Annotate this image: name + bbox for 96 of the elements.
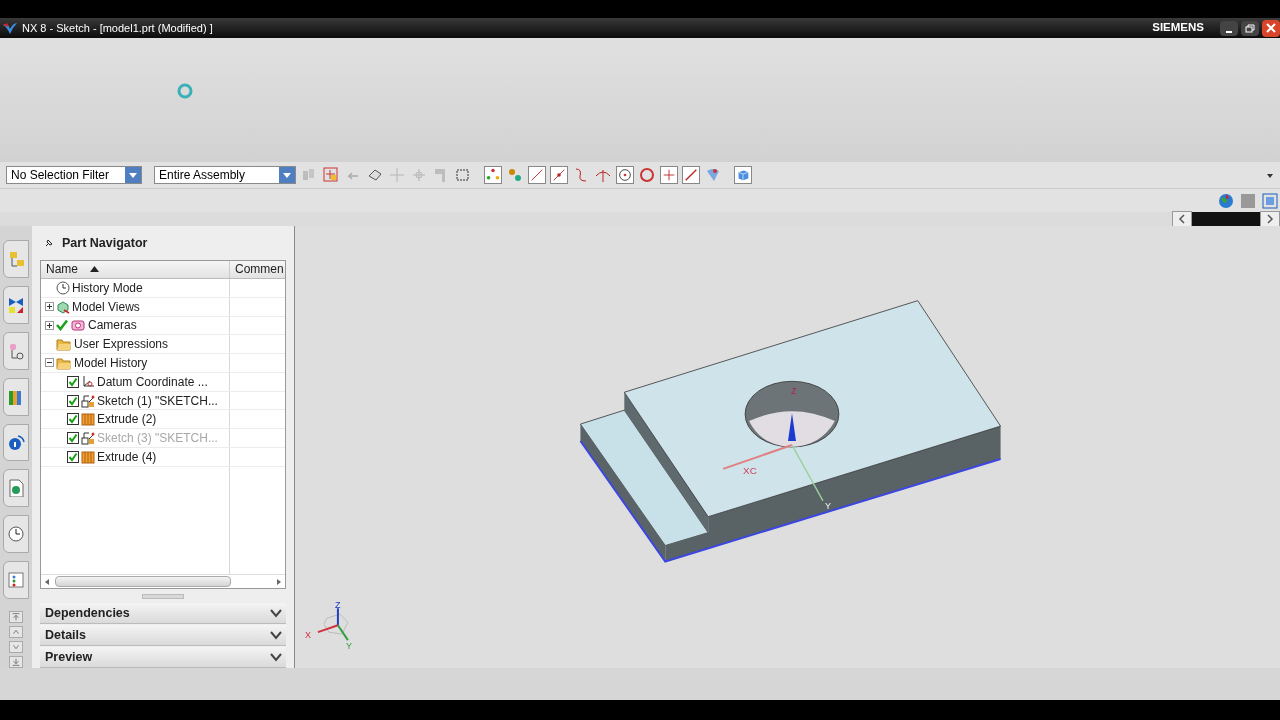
section-header[interactable]: Preview [40,647,286,668]
shaded-view-icon[interactable] [1240,192,1256,209]
line-icon[interactable] [682,166,700,184]
window-title: NX 8 - Sketch - [model1.prt (Modified) ] [22,20,213,36]
tree-item[interactable]: User Expressions [41,335,229,354]
selection-filter-dropdown[interactable]: No Selection Filter [6,166,142,184]
tree-item[interactable]: Extrude (2) [41,410,229,429]
snap-point-icon[interactable] [322,166,340,184]
axis-label: Y [345,641,352,652]
scroll-left-icon[interactable] [43,577,51,586]
folder-icon [56,337,72,352]
tree-item[interactable]: Model History [41,354,229,372]
chevron-down-icon[interactable] [270,630,282,640]
sketch-icon [81,393,95,408]
splitter-handle[interactable] [142,593,184,599]
tree-item[interactable]: Datum Coordinate ... [41,372,229,391]
resource-bar-tab[interactable] [3,377,29,416]
extrude-icon [81,449,95,464]
circle-icon[interactable] [638,166,656,184]
resource-bar-tab[interactable] [3,285,29,324]
circle-center-icon[interactable] [616,166,634,184]
tree-item[interactable]: History Mode [41,278,229,297]
app-logo-icon [2,21,18,35]
axis-label: XC [743,464,757,476]
section-header[interactable]: Dependencies [40,603,286,624]
scroll-left-button[interactable] [1172,211,1192,227]
chevron-right-icon [1266,214,1274,224]
part-tree-icon [7,341,25,360]
restore-button[interactable] [1241,20,1259,36]
axis-label: Z [334,600,341,611]
scope-dropdown[interactable]: Entire Assembly [154,166,296,184]
scroll-button-icon[interactable] [9,656,23,668]
column-header[interactable]: Commen [229,260,289,278]
checkbox[interactable] [67,450,79,463]
brand-logo: SIEMENS [1152,20,1204,36]
document-icon [7,479,25,498]
tree-item[interactable]: Sketch (1) "SKETCH... [41,391,229,410]
camera-icon [70,318,86,333]
globe-icon[interactable] [1218,192,1234,209]
section-header[interactable]: Details [40,625,286,646]
sort-up-icon [90,266,99,273]
panel-title: Part Navigator [62,234,148,252]
resource-bar-tab[interactable] [3,515,29,554]
plus-icon[interactable] [660,166,678,184]
point-snap-icon[interactable] [484,166,502,184]
view-triad-drawing [316,607,349,642]
cube-icon[interactable] [734,166,752,184]
scroll-button-icon[interactable] [9,611,23,623]
chevron-down-icon[interactable] [270,608,282,618]
assembly-icon [7,249,25,268]
restore-icon [1245,23,1255,33]
resource-bar-tab[interactable] [3,240,29,278]
expand-icon[interactable] [45,302,54,312]
checkbox[interactable] [67,413,79,426]
checkbox[interactable] [67,375,79,388]
resource-bar-tab[interactable] [3,469,29,508]
close-icon [1266,23,1276,33]
axis-label: Z [791,386,797,397]
scroll-right-icon[interactable] [275,577,283,586]
checkbox[interactable] [67,432,79,445]
midpoint-icon[interactable] [550,166,568,184]
scrollbar-thumb[interactable] [55,576,231,588]
constraint-icon [7,295,25,314]
tree-item[interactable]: Extrude (4) [41,448,229,466]
clock-icon [56,280,70,295]
model-viewport[interactable]: XC Z Y Z X Y [295,226,1280,668]
collapse-icon[interactable] [45,358,54,368]
minimize-button[interactable] [1220,20,1238,36]
close-button[interactable] [1262,19,1280,37]
list-icon [7,571,25,590]
checkbox[interactable] [67,394,79,407]
extrude-icon [81,412,95,427]
resource-bar-tab[interactable] [3,331,29,370]
chevron-down-icon[interactable] [270,652,282,662]
rectangle-select-icon[interactable] [454,166,472,184]
clock-icon [7,525,25,544]
axis-label: Y [824,500,831,511]
busy-spinner-icon [176,82,194,100]
resource-bar-tab[interactable] [3,561,29,599]
expand-icon[interactable] [45,320,54,330]
views-icon [56,299,70,314]
folder-icon [56,356,72,370]
column-header[interactable]: Name [41,260,229,278]
resource-bar-tab[interactable] [3,423,29,462]
datum-axes-icon [81,374,95,389]
scroll-right-button[interactable] [1260,211,1280,227]
chevron-left-icon [1178,214,1186,224]
point-snap-icon[interactable] [506,166,524,184]
tree-item[interactable]: Model Views [41,297,229,316]
overflow-arrow-icon[interactable] [1266,171,1274,179]
pin-icon[interactable] [44,237,54,248]
sketch-icon [81,431,95,446]
axis-label: X [305,630,311,641]
info-icon [7,433,25,452]
tree-item[interactable]: Cameras [41,316,229,335]
line-icon[interactable] [528,166,546,184]
